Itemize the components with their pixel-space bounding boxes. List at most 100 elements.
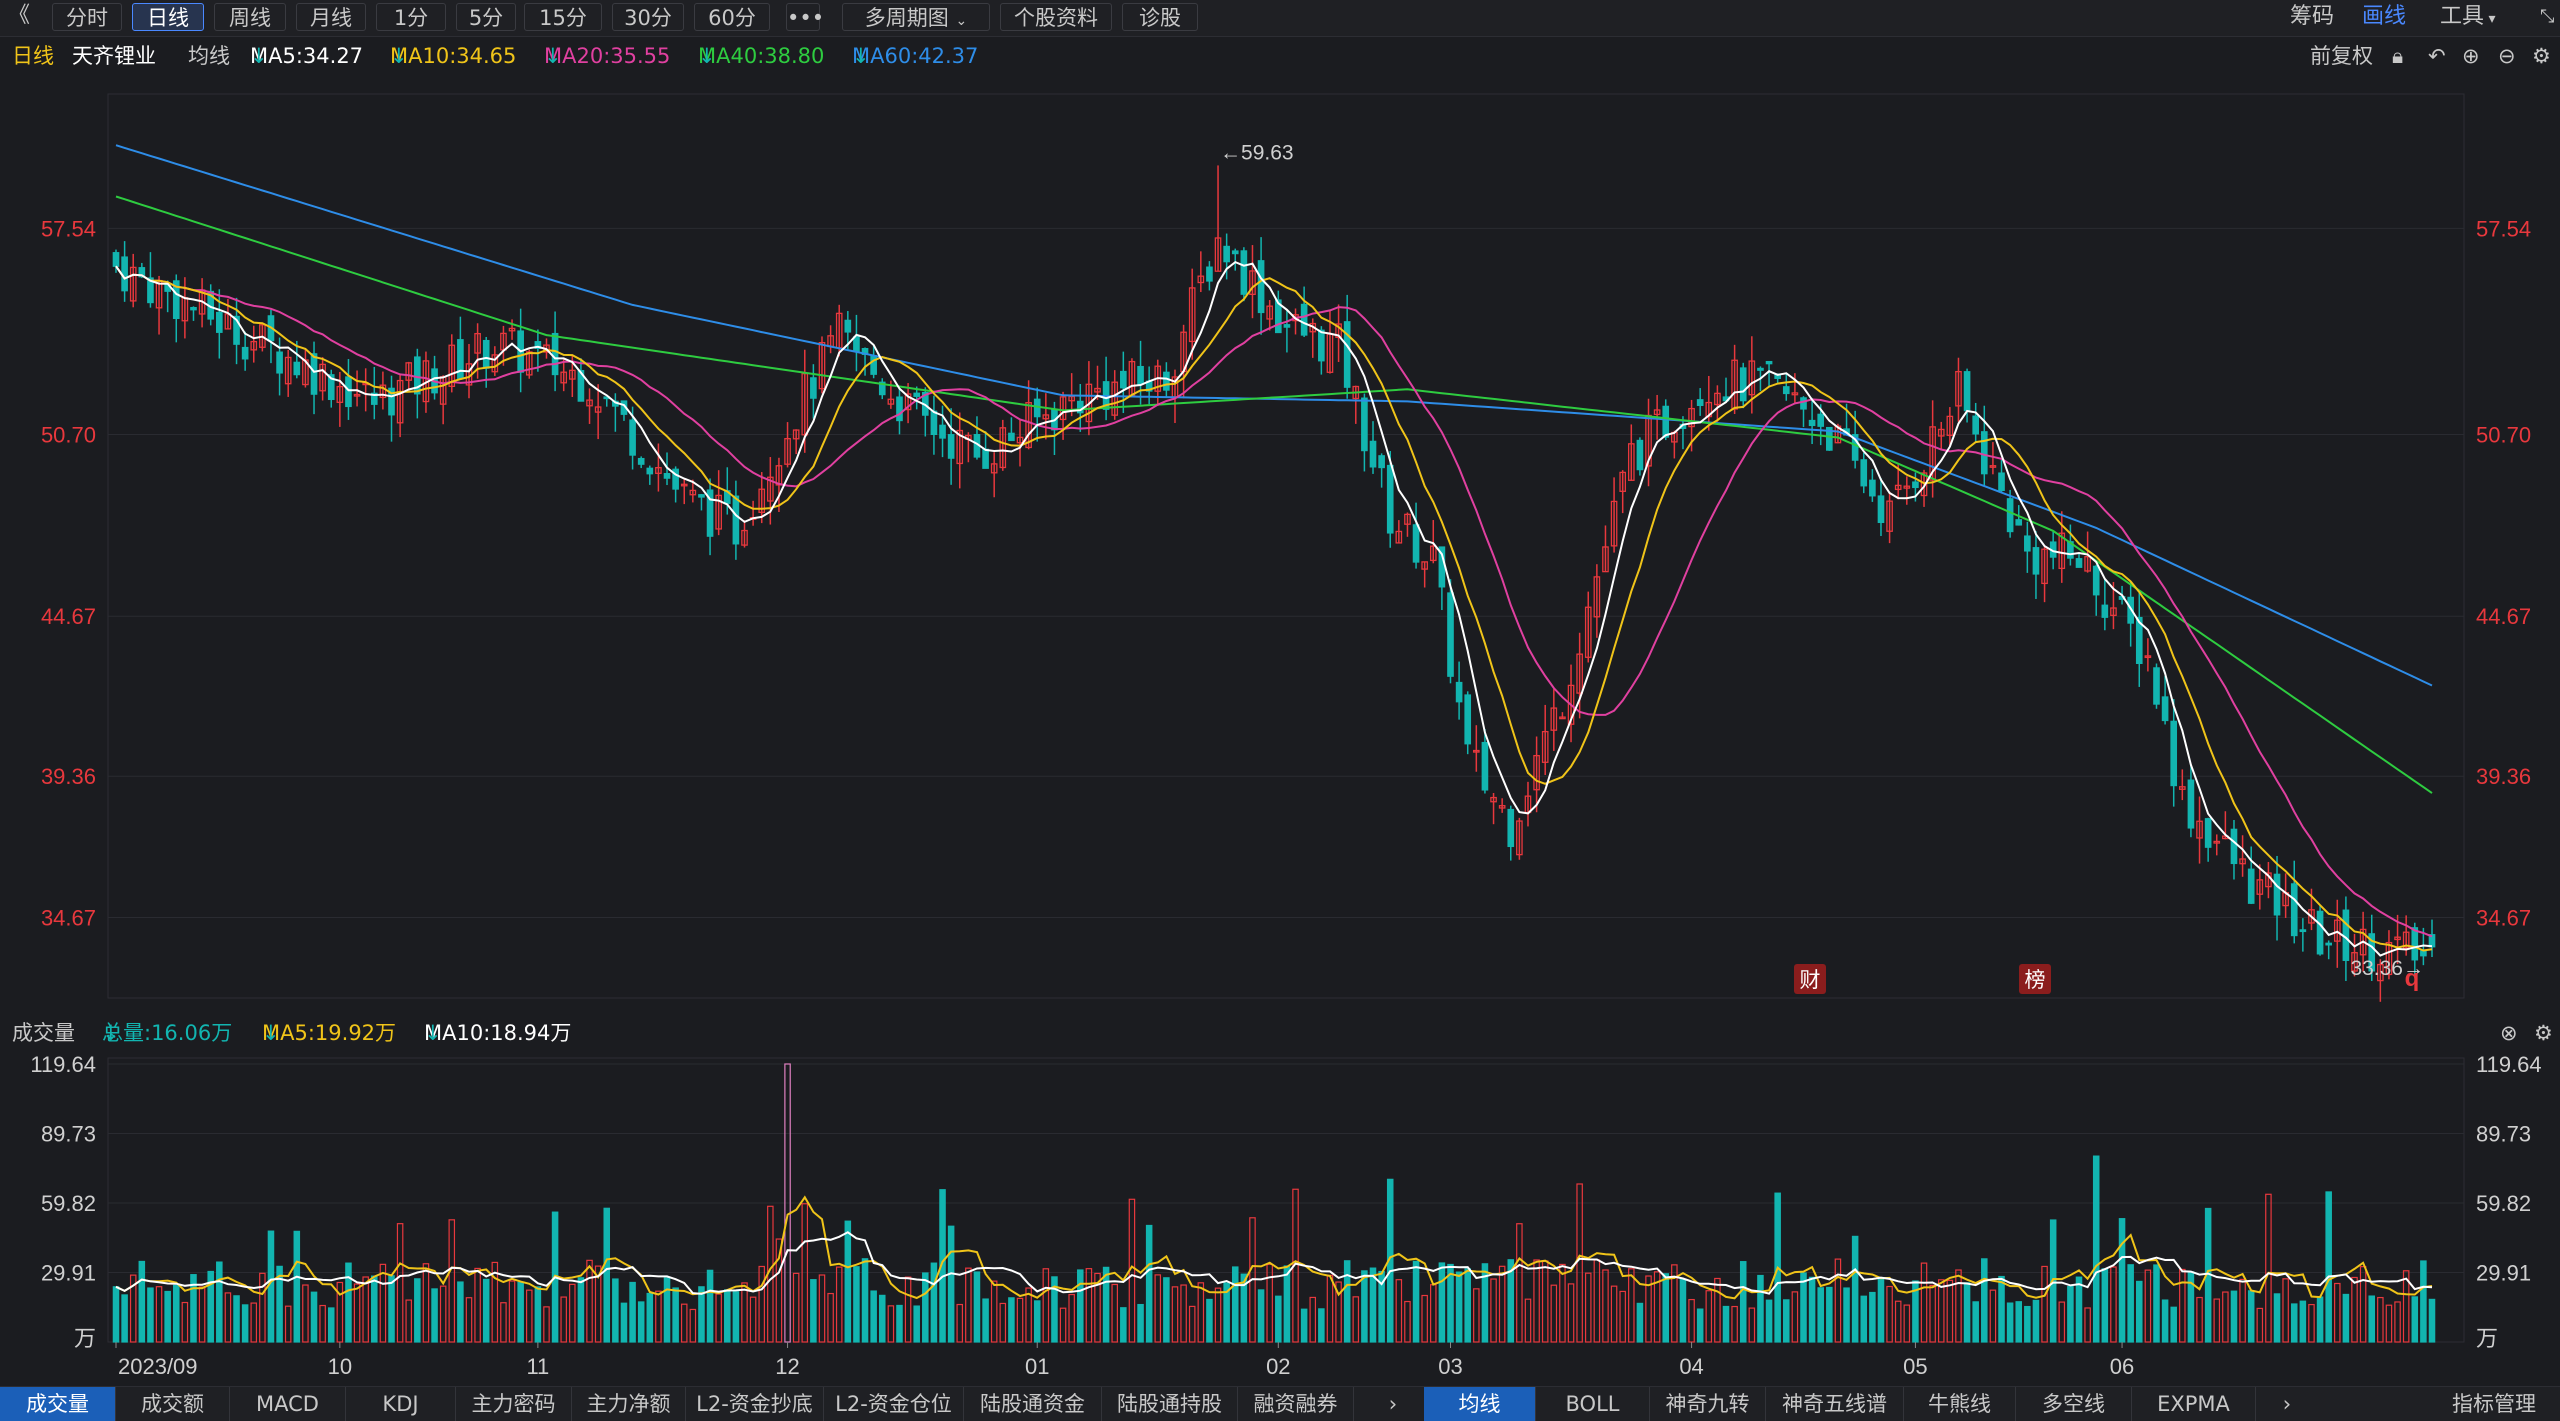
volume-bar: [749, 1296, 757, 1343]
volume-bar: [2342, 1293, 2350, 1343]
indicator-tab-5[interactable]: 主力净额: [572, 1387, 686, 1421]
period-tab-2[interactable]: 周线: [214, 3, 286, 31]
volume-bar: [362, 1276, 369, 1343]
volume-bar: [293, 1230, 301, 1343]
indicator-tab-10[interactable]: 融资融券: [1238, 1387, 1354, 1421]
indicator-tab-4[interactable]: 主力密码: [456, 1387, 572, 1421]
indicator-tab-0[interactable]: 成交量: [0, 1387, 116, 1421]
close-icon[interactable]: ⊗: [2500, 1016, 2518, 1050]
period-tab-4[interactable]: 1分: [376, 3, 446, 31]
back-icon[interactable]: 《: [8, 2, 30, 30]
candle-body: [1369, 440, 1377, 468]
volume-bar: [2170, 1306, 2177, 1343]
period-tab-7[interactable]: 30分: [612, 3, 684, 31]
volume-bar: [371, 1275, 378, 1343]
volume-bar: [1016, 1297, 1024, 1343]
indicator-tab-9[interactable]: 陆股通持股: [1102, 1387, 1238, 1421]
overlay-tab-0[interactable]: 均线: [1424, 1387, 1536, 1421]
top-toolbar: 《 分时 日线 周线 月线 1分 5分 15分 30分 60分 ••• 多周期图 ⌄ 个股资料 …: [0, 0, 2560, 37]
overlay-tab-4[interactable]: 牛熊线: [1904, 1387, 2016, 1421]
overlay-tab-2[interactable]: 神奇九转: [1650, 1387, 1766, 1421]
volume-bar: [930, 1262, 938, 1343]
candle-body: [896, 396, 903, 422]
gear-icon[interactable]: ⚙: [2534, 1016, 2553, 1050]
date-label: 11: [526, 1354, 549, 1379]
price-chart[interactable]: 57.54 57.54 50.70 50.70 44.67 44.67 39.36 39.36…: [0, 76, 2560, 1016]
volume-bar: [1309, 1296, 1317, 1343]
period-tab-0[interactable]: 分时: [52, 3, 122, 31]
indicator-tab-1[interactable]: 成交额: [116, 1387, 230, 1421]
overlay-tab-1[interactable]: BOLL: [1536, 1387, 1650, 1421]
diagnose-button[interactable]: 诊股: [1122, 3, 1198, 31]
volume-tick-left: 119.64: [30, 1052, 96, 1077]
collapse-icon[interactable]: ⤡: [2540, 3, 2554, 31]
candle-body: [1386, 464, 1394, 534]
period-tab-5[interactable]: 5分: [456, 3, 516, 31]
volume-bar: [663, 1277, 671, 1343]
overlay-tab-6[interactable]: EXPMA: [2132, 1387, 2256, 1421]
draw-line-button[interactable]: 画线: [2362, 3, 2406, 31]
price-tick-left: 44.67: [41, 604, 96, 629]
volume-bar: [1059, 1307, 1067, 1343]
volume-bar: [2428, 1298, 2436, 1343]
zoom-in-icon[interactable]: ⊕: [2462, 38, 2480, 74]
indicator-tab-3[interactable]: KDJ: [346, 1387, 456, 1421]
period-tab-8[interactable]: 60分: [694, 3, 770, 31]
more-button[interactable]: •••: [786, 3, 824, 31]
ma-settings-label[interactable]: 均线: [188, 38, 230, 74]
candle-body: [663, 473, 671, 479]
volume-bar: [216, 1261, 223, 1343]
chevron-right-icon[interactable]: ›: [2270, 1387, 2304, 1421]
volume-bar: [2282, 1278, 2289, 1343]
volume-bar: [1739, 1261, 1747, 1343]
volume-bar: [2041, 1265, 2048, 1343]
volume-bar: [947, 1225, 955, 1343]
volume-title: 成交量: [12, 1021, 75, 1045]
volume-bar: [1576, 1183, 1583, 1343]
tools-menu[interactable]: 工具 ▾: [2440, 3, 2496, 31]
price-tick-left: 57.54: [41, 216, 96, 241]
volume-chart[interactable]: 119.64 119.64 89.73 89.73 59.82 59.82 29.91 29.…: [0, 1050, 2560, 1386]
indicator-management-button[interactable]: 指标管理: [2428, 1387, 2560, 1421]
event-marker-label: 榜: [2025, 968, 2046, 992]
multi-period-dropdown[interactable]: 多周期图 ⌄: [842, 3, 990, 31]
volume-bar: [1231, 1266, 1239, 1343]
volume-bar: [2239, 1278, 2246, 1343]
volume-bar: [1894, 1300, 1902, 1343]
volume-bar: [577, 1277, 585, 1343]
indicator-tab-8[interactable]: 陆股通资金: [964, 1387, 1102, 1421]
volume-bar: [525, 1289, 533, 1343]
lock-icon[interactable]: 🔒︎: [2392, 38, 2403, 74]
volume-bar: [724, 1289, 731, 1343]
gear-icon[interactable]: ⚙: [2532, 38, 2551, 74]
volume-bar: [147, 1287, 154, 1343]
volume-bar: [1154, 1274, 1162, 1343]
volume-bar: [1206, 1298, 1213, 1343]
candles: [112, 165, 2436, 1002]
volume-bar: [2359, 1266, 2367, 1343]
period-tab-1[interactable]: 日线: [132, 3, 204, 31]
volume-bar: [1266, 1263, 1273, 1343]
volume-bar: [2334, 1282, 2341, 1343]
volume-bar: [2385, 1304, 2393, 1343]
indicator-tab-7[interactable]: L2-资金仓位: [824, 1387, 964, 1421]
adjust-mode[interactable]: 前复权: [2310, 38, 2373, 74]
candle-body: [698, 494, 705, 498]
undo-icon[interactable]: ↶: [2428, 38, 2446, 74]
indicator-tab-2[interactable]: MACD: [230, 1387, 346, 1421]
volume-bar: [2256, 1307, 2264, 1343]
period-tab-3[interactable]: 月线: [296, 3, 366, 31]
period-tab-6[interactable]: 15分: [524, 3, 602, 31]
overlay-tab-3[interactable]: 神奇五线谱: [1766, 1387, 1904, 1421]
stock-profile-button[interactable]: 个股资料: [1000, 3, 1112, 31]
indicator-tab-6[interactable]: L2-资金抄底: [686, 1387, 824, 1421]
chips-button[interactable]: 筹码: [2290, 3, 2334, 31]
overlay-tab-5[interactable]: 多空线: [2016, 1387, 2132, 1421]
volume-bar: [1283, 1265, 1291, 1343]
volume-bar: [922, 1272, 929, 1343]
volume-bar: [913, 1305, 920, 1343]
zoom-out-icon[interactable]: ⊖: [2498, 38, 2516, 74]
volume-bar: [1145, 1224, 1153, 1343]
volume-bar: [457, 1281, 464, 1343]
chevron-right-icon[interactable]: ›: [1376, 1387, 1410, 1421]
